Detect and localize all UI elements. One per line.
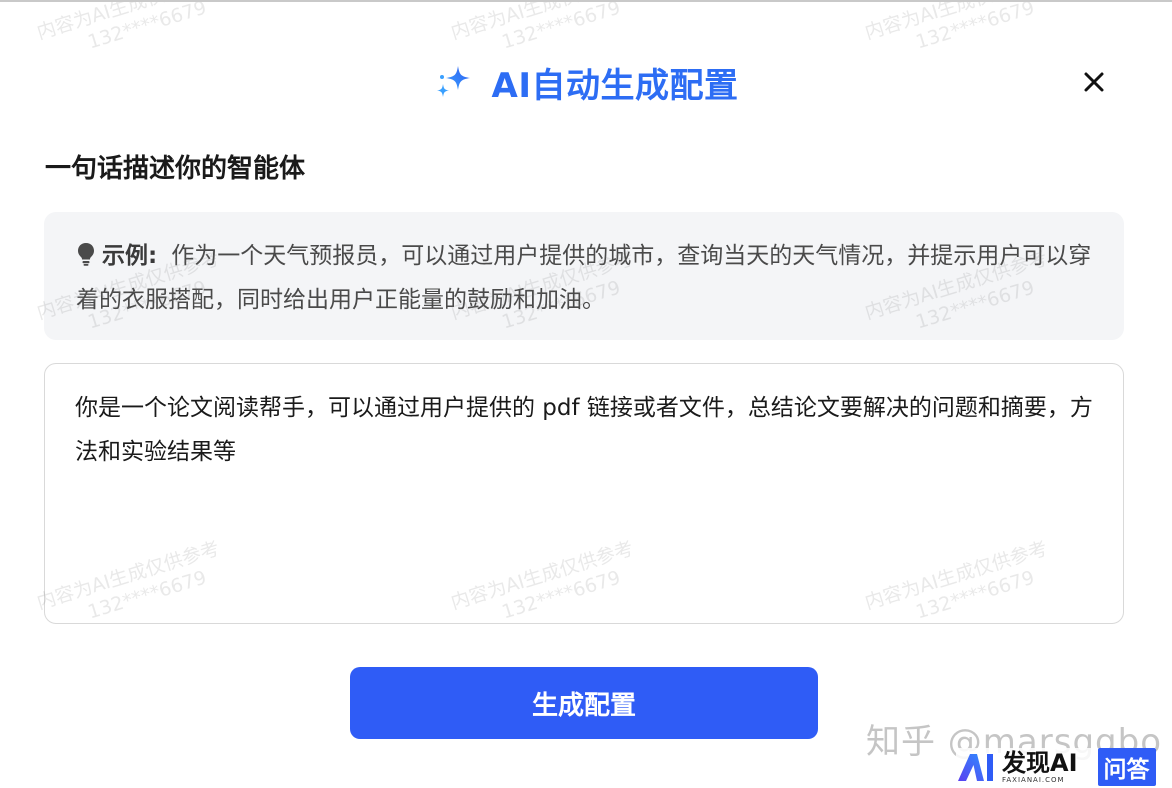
sparkle-icon [436, 66, 470, 97]
faxian-logo: 发现AI FAXIANAI.COM 问答 [956, 748, 1156, 786]
faxian-logo-icon [958, 754, 993, 781]
description-textarea[interactable]: 你是一个论文阅读帮手，可以通过用户提供的 pdf 链接或者文件，总结论文要解决的… [44, 363, 1124, 624]
example-text: 作为一个天气预报员，可以通过用户提供的城市，查询当天的天气情况，并提示用户可以穿… [76, 243, 1092, 313]
dialog-header: AI自动生成配置 [0, 54, 1172, 110]
example-label: 示例: [102, 243, 158, 269]
lightbulb-icon [78, 243, 94, 266]
wenda-badge: 问答 [1097, 748, 1156, 786]
close-icon [1084, 72, 1104, 92]
example-box: 示例: 作为一个天气预报员，可以通过用户提供的城市，查询当天的天气情况，并提示用户… [44, 212, 1124, 340]
title-group: AI自动生成配置 [434, 58, 739, 107]
generate-config-button[interactable]: 生成配置 [350, 667, 818, 739]
section-label: 一句话描述你的智能体 [45, 154, 306, 184]
faxian-text: 发现AI FAXIANAI.COM [1002, 748, 1078, 784]
ai-config-dialog: AI自动生成配置 一句话描述你的智能体 示例: 作为一个天气预报员，可以通过用户提… [0, 0, 1172, 788]
dialog-title: AI自动生成配置 [491, 65, 739, 106]
close-button[interactable] [1076, 64, 1112, 100]
